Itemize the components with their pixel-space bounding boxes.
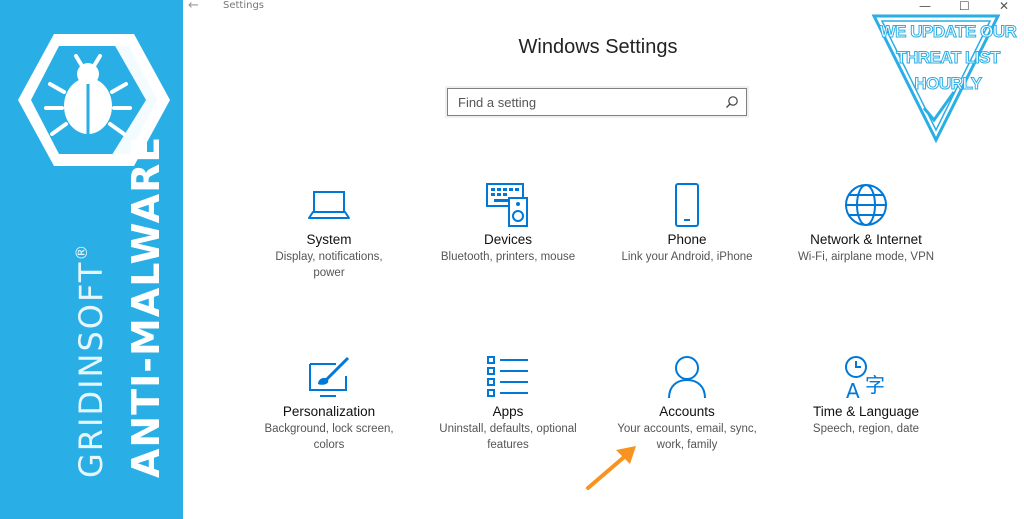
tile-description: Link your Android, iPhone bbox=[621, 251, 753, 263]
person-icon bbox=[668, 356, 706, 399]
window-title: Settings bbox=[223, 0, 265, 11]
apps-list-icon bbox=[487, 356, 528, 397]
devices-icon bbox=[486, 183, 528, 227]
time-language-icon: A 字 bbox=[845, 356, 885, 400]
tile-name: Network & Internet bbox=[810, 232, 922, 247]
laptop-icon bbox=[308, 191, 350, 219]
back-arrow-icon[interactable]: ← bbox=[188, 0, 199, 13]
badge-line-1: WE UPDATE OUR bbox=[879, 22, 1017, 42]
badge-line-2: THREAT LIST bbox=[896, 48, 1001, 68]
tile-name: Personalization bbox=[282, 404, 376, 419]
svg-text:字: 字 bbox=[865, 373, 885, 397]
svg-text:A: A bbox=[846, 379, 860, 400]
paint-icon bbox=[309, 356, 350, 397]
phone-icon bbox=[675, 183, 699, 227]
tile-description: Speech, region, date bbox=[812, 423, 920, 435]
tile-description: Bluetooth, printers, mouse bbox=[440, 251, 576, 263]
tile-description: Display, notifications, power bbox=[275, 251, 383, 279]
tile-phone[interactable]: Phone Link your Android, iPhone bbox=[602, 182, 772, 265]
brand-sidebar: ANTI-MALWARE GRIDINSOFT® bbox=[0, 0, 183, 519]
tile-accounts[interactable]: Accounts Your accounts, email, sync, wor… bbox=[602, 354, 772, 453]
tile-system[interactable]: System Display, notifications, power bbox=[244, 182, 414, 281]
tile-name: Apps bbox=[492, 404, 524, 419]
tile-personalization[interactable]: Personalization Background, lock screen,… bbox=[244, 354, 414, 453]
tile-name: Phone bbox=[667, 232, 707, 247]
search-input[interactable] bbox=[448, 89, 723, 115]
tile-name: Accounts bbox=[659, 404, 715, 419]
tile-devices[interactable]: Devices Bluetooth, printers, mouse bbox=[423, 182, 593, 265]
globe-icon bbox=[845, 184, 887, 226]
tile-network-internet[interactable]: Network & Internet Wi-Fi, airplane mode,… bbox=[781, 182, 951, 265]
badge-line-3: HOURLY bbox=[914, 74, 983, 94]
pointer-arrow-icon bbox=[586, 446, 636, 490]
tile-time-language[interactable]: A 字 Time & Language Speech, region, date bbox=[781, 354, 951, 437]
tile-apps[interactable]: Apps Uninstall, defaults, optional featu… bbox=[423, 354, 593, 453]
search-box[interactable] bbox=[447, 88, 747, 116]
tile-name: Time & Language bbox=[812, 404, 920, 419]
tile-description: Wi-Fi, airplane mode, VPN bbox=[797, 251, 935, 263]
tile-name: System bbox=[306, 232, 352, 247]
tile-description: Background, lock screen, colors bbox=[264, 423, 394, 451]
search-icon[interactable] bbox=[725, 95, 739, 109]
close-button[interactable]: ✕ bbox=[999, 0, 1009, 13]
brand-product-name: ANTI-MALWARE bbox=[124, 135, 168, 478]
brand-company-name: GRIDINSOFT® bbox=[72, 242, 110, 478]
page-title: Windows Settings bbox=[518, 36, 678, 58]
tile-description: Uninstall, defaults, optional features bbox=[439, 423, 577, 451]
tile-name: Devices bbox=[483, 232, 532, 247]
